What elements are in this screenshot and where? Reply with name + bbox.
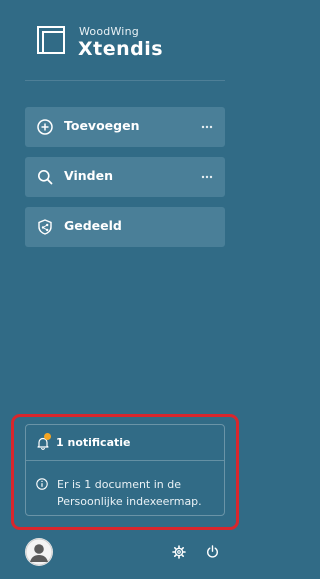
- search-icon: [38, 170, 53, 185]
- brand-logo: WoodWing Xtendis: [37, 25, 237, 60]
- power-icon[interactable]: [206, 545, 219, 558]
- notification-header[interactable]: 1 notificatie: [26, 425, 224, 461]
- brand-top-text: WoodWing: [79, 25, 139, 38]
- gear-icon[interactable]: [172, 545, 186, 559]
- more-options-icon[interactable]: [201, 125, 213, 129]
- shared-button-label: Gedeeld: [64, 218, 122, 233]
- shared-shield-icon: [38, 219, 52, 235]
- xtendis-logo-icon: [37, 26, 65, 54]
- add-button-label: Toevoegen: [64, 118, 140, 133]
- notification-message[interactable]: Er is 1 document in de Persoonlijke inde…: [57, 476, 222, 510]
- find-button-label: Vinden: [64, 168, 113, 183]
- user-avatar[interactable]: [25, 538, 53, 566]
- notification-panel[interactable]: 1 notificatie Er is 1 document in de Per…: [25, 424, 225, 516]
- notification-badge: [44, 433, 51, 440]
- plus-circle-icon: [37, 119, 53, 135]
- find-button[interactable]: Vinden: [25, 157, 225, 197]
- user-avatar-icon: [25, 538, 53, 566]
- notification-title: 1 notificatie: [56, 436, 131, 449]
- info-icon: [36, 478, 48, 490]
- shared-button[interactable]: Gedeeld: [25, 207, 225, 247]
- brand-name: Xtendis: [78, 38, 164, 60]
- more-options-icon[interactable]: [201, 175, 213, 179]
- header-divider: [25, 80, 225, 81]
- add-button[interactable]: Toevoegen: [25, 107, 225, 147]
